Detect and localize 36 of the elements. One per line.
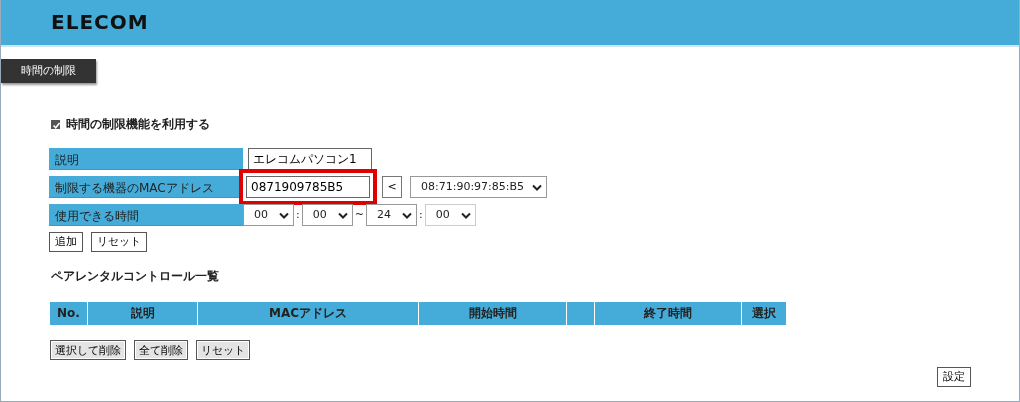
column-header: 終了時間 [595,301,741,325]
chevron-down-icon [337,211,348,219]
checkbox-label: 時間の制限機能を利用する [66,116,210,133]
mac-address-field[interactable]: 0871909785B5 [246,176,370,198]
checkbox[interactable] [51,119,60,129]
column-header: No. [50,301,87,325]
copy-button[interactable]: < [382,176,402,198]
column-header: MACアドレス [198,301,418,325]
section-title: ペアレンタルコントロール一覧 [51,267,220,285]
chevron-down-icon [532,183,543,191]
tab[interactable]: 時間の制限 [1,59,96,83]
chevron-down-icon [460,211,471,219]
column-header: 選択 [742,301,786,325]
hour-dropdown[interactable]: 24 [365,204,417,226]
field-label: 説明 [49,148,243,170]
colon-label: : [418,206,423,223]
list-button[interactable]: 全て削除 [134,339,188,361]
minute-dropdown[interactable]: 00 [424,204,476,226]
field-label: 使用できる時間 [49,204,243,226]
colon-label: : [296,206,300,223]
form-button[interactable]: リセット [91,232,147,252]
list-button[interactable]: 選択して削除 [50,339,126,361]
column-header: 説明 [88,301,197,325]
minute-dropdown[interactable]: 00 [301,204,353,226]
header-cell [567,301,594,325]
hour-dropdown[interactable]: 00 [243,204,294,226]
device-dropdown[interactable]: 08:71:90:97:85:B5 [410,176,548,198]
form-button[interactable]: 追加 [49,232,83,252]
chevron-down-icon [401,211,412,219]
column-header: 開始時間 [419,301,566,325]
tilde-label: ~ [354,206,364,223]
description-field[interactable]: エレコムパソコン1 [248,148,372,170]
save-button[interactable]: 設定 [937,367,971,387]
chevron-down-icon [279,211,289,219]
logo: ELECOM [51,12,149,32]
list-button[interactable]: リセット [196,339,250,361]
